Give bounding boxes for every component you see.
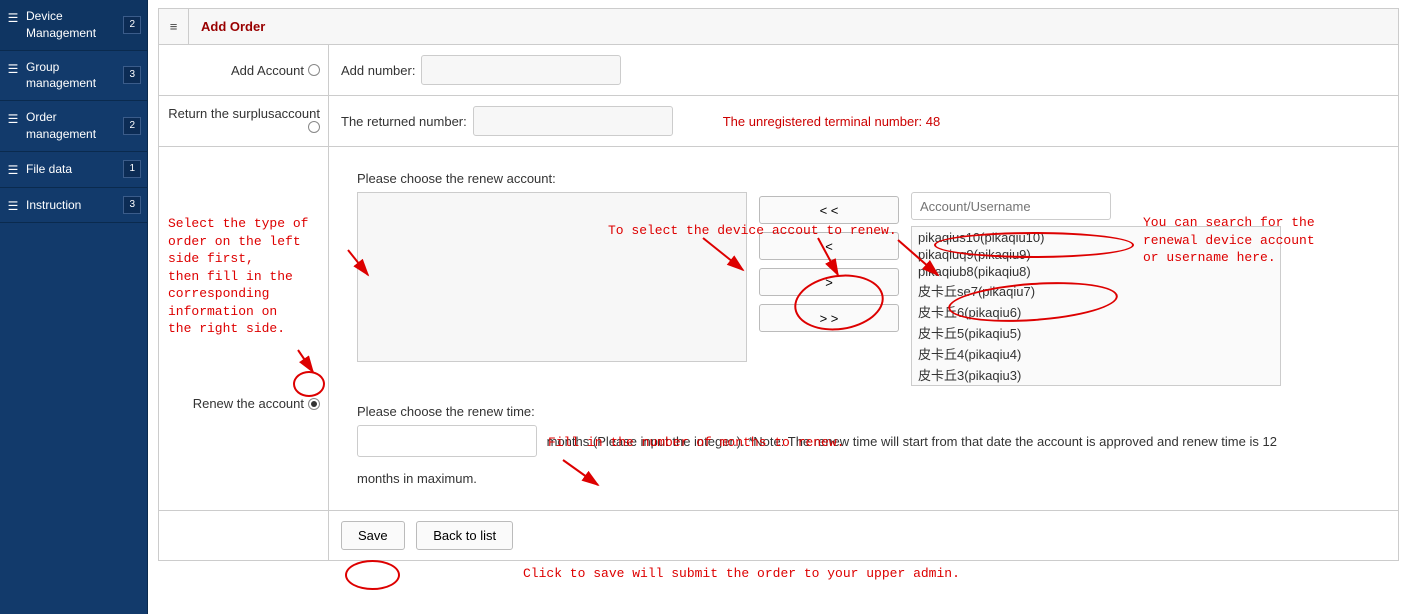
sidebar-item-label: File data	[26, 161, 119, 178]
sidebar-item-label: Group management	[26, 59, 119, 93]
months-note-2: months in maximum.	[357, 471, 1370, 486]
list-icon: ☰	[6, 61, 20, 78]
sidebar-badge: 1	[123, 160, 141, 178]
choose-time-title: Please choose the renew time:	[357, 404, 1370, 419]
annotation-save-hint: Click to save will submit the order to y…	[523, 565, 960, 583]
back-to-list-button[interactable]: Back to list	[416, 521, 513, 550]
months-note: months (Please input the integer.). *Not…	[547, 434, 1277, 449]
add-order-panel: ≡ Add Order Add Account Add number: Retu…	[158, 8, 1399, 561]
list-icon: ☰	[6, 162, 20, 179]
list-item[interactable]: pikaqiub8(pikaqiu8)	[916, 263, 1276, 280]
renew-account-option[interactable]: Renew the account	[159, 147, 329, 510]
move-all-right-button[interactable]: > >	[759, 304, 899, 332]
menu-icon[interactable]: ≡	[159, 9, 189, 44]
panel-title: Add Order	[189, 19, 265, 34]
list-item[interactable]: 皮卡丘2(pikaqiu2)	[916, 385, 1276, 386]
account-search-input[interactable]	[911, 192, 1111, 220]
list-item[interactable]: pikaqiuq9(pikaqiu9)	[916, 246, 1276, 263]
renew-time-input[interactable]	[357, 425, 537, 457]
save-button[interactable]: Save	[341, 521, 405, 550]
return-surplus-option[interactable]: Return the surplusaccount	[159, 96, 329, 146]
radio-icon[interactable]	[308, 398, 320, 410]
sidebar-item-label: Device Management	[26, 8, 119, 42]
list-icon: ☰	[6, 198, 20, 215]
annotation-ellipse	[345, 560, 400, 590]
selected-account-list[interactable]	[357, 192, 747, 362]
list-item[interactable]: 皮卡丘3(pikaqiu3)	[916, 364, 1276, 385]
sidebar-badge: 3	[123, 66, 141, 84]
sidebar-item-group-management[interactable]: ☰ Group management 3	[0, 51, 147, 102]
sidebar: ☰ Device Management 2 ☰ Group management…	[0, 0, 148, 614]
sidebar-item-instruction[interactable]: ☰ Instruction 3	[0, 188, 147, 224]
panel-header: ≡ Add Order	[159, 9, 1398, 45]
unregistered-note: The unregistered terminal number: 48	[723, 114, 941, 129]
list-item[interactable]: 皮卡丘4(pikaqiu4)	[916, 343, 1276, 364]
sidebar-item-label: Order management	[26, 109, 119, 143]
returned-number-label: The returned number:	[341, 114, 467, 129]
radio-icon[interactable]	[308, 121, 320, 133]
available-account-list[interactable]: pikaqius10(pikaqiu10) pikaqiuq9(pikaqiu9…	[911, 226, 1281, 386]
returned-number-input[interactable]	[473, 106, 673, 136]
return-label: Return the surplusaccount	[168, 106, 320, 121]
empty-label	[159, 511, 329, 560]
list-item[interactable]: 皮卡丘6(pikaqiu6)	[916, 301, 1276, 322]
radio-icon[interactable]	[308, 64, 320, 76]
list-icon: ☰	[6, 10, 20, 27]
move-all-left-button[interactable]: < <	[759, 196, 899, 224]
add-account-option[interactable]: Add Account	[159, 45, 329, 95]
sidebar-badge: 2	[123, 117, 141, 135]
add-number-label: Add number:	[341, 63, 415, 78]
sidebar-item-order-management[interactable]: ☰ Order management 2	[0, 101, 147, 152]
sidebar-item-file-data[interactable]: ☰ File data 1	[0, 152, 147, 188]
sidebar-badge: 3	[123, 196, 141, 214]
add-number-input[interactable]	[421, 55, 621, 85]
renew-label: Renew the account	[193, 396, 304, 411]
list-item[interactable]: 皮卡丘se7(pikaqiu7)	[916, 280, 1276, 301]
list-item[interactable]: 皮卡丘5(pikaqiu5)	[916, 322, 1276, 343]
add-account-label: Add Account	[231, 63, 304, 78]
sidebar-item-label: Instruction	[26, 197, 119, 214]
sidebar-item-device-management[interactable]: ☰ Device Management 2	[0, 0, 147, 51]
choose-account-title: Please choose the renew account:	[357, 171, 1370, 186]
list-icon: ☰	[6, 111, 20, 128]
list-item[interactable]: pikaqius10(pikaqiu10)	[916, 229, 1276, 246]
sidebar-badge: 2	[123, 16, 141, 34]
move-right-button[interactable]: >	[759, 268, 899, 296]
move-left-button[interactable]: <	[759, 232, 899, 260]
